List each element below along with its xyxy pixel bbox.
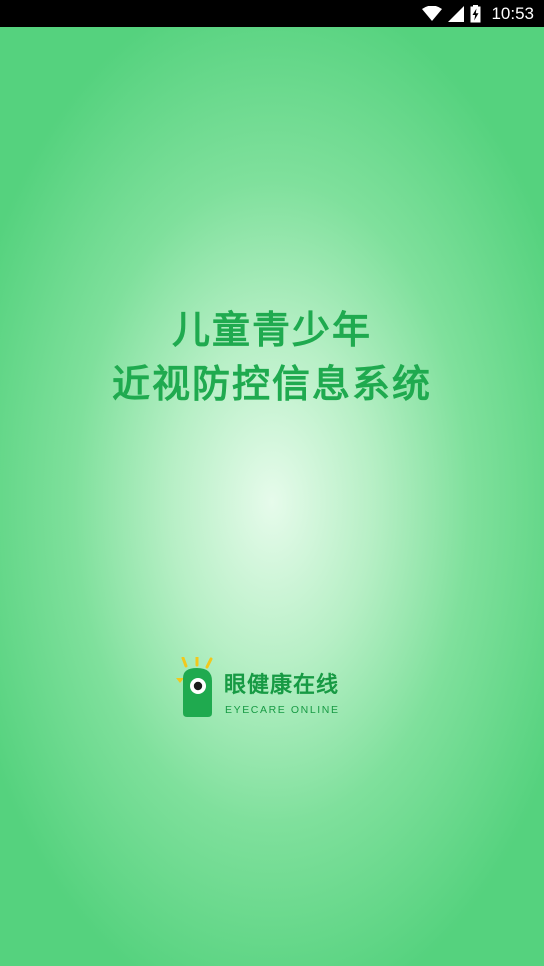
title-line-2: 近视防控信息系统 [111, 362, 432, 406]
brand-tagline: EYECARE ONLINE [225, 704, 340, 716]
brand-logo: 眼健康在线 EYECARE ONLINE [176, 657, 376, 721]
status-icons: 10:53 [422, 0, 534, 27]
bird-logo-icon [176, 657, 213, 717]
signal-icon [448, 5, 465, 22]
splash-title: 儿童青少年 近视防控信息系统 [0, 303, 544, 411]
battery-charging-icon [470, 4, 481, 22]
brand-name: 眼健康在线 [224, 673, 340, 698]
wifi-icon [422, 5, 443, 21]
title-line-1: 儿童青少年 [171, 308, 372, 352]
status-time: 10:53 [491, 3, 534, 23]
status-bar: 10:53 [0, 0, 544, 27]
